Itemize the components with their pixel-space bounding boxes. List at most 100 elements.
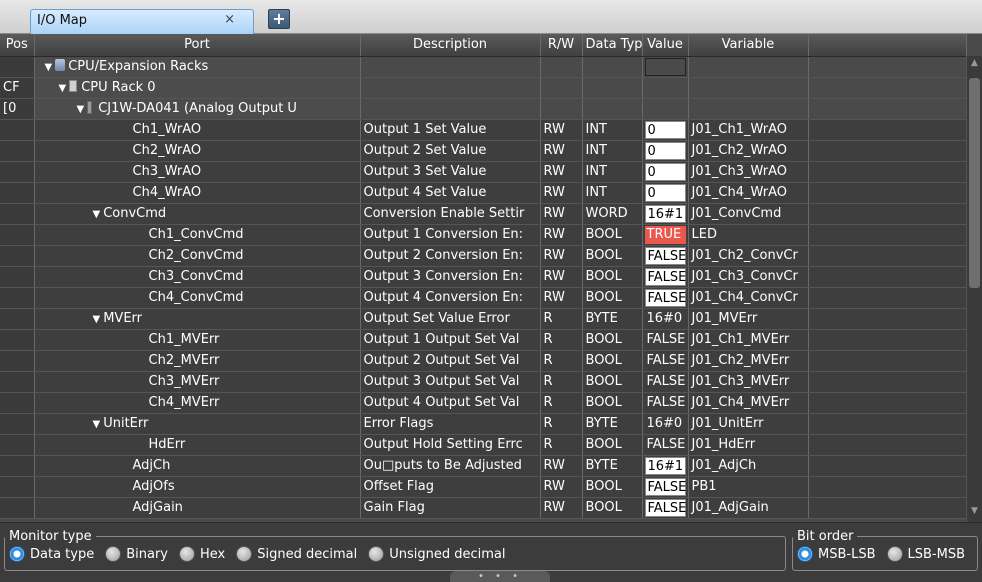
variable-cell[interactable]: J01_Ch2_ConvCr [688, 245, 809, 267]
port-cell[interactable]: Ch3_WrAO [34, 161, 361, 183]
port-cell[interactable]: Ch2_MVErr [34, 350, 361, 372]
value-cell[interactable]: FALSE [642, 287, 689, 309]
value-field[interactable]: 0 [644, 183, 686, 202]
monitor-radio-label[interactable]: Unsigned decimal [389, 547, 505, 562]
variable-cell[interactable]: J01_Ch4_MVErr [688, 392, 809, 414]
value-cell[interactable]: FALSE [642, 266, 689, 288]
column-header-variable[interactable]: Variable [688, 34, 809, 57]
column-header-port[interactable]: Port [34, 34, 361, 57]
variable-cell[interactable]: J01_Ch1_WrAO [688, 119, 809, 141]
monitor-radio-label[interactable]: Data type [30, 547, 94, 562]
monitor-radio-label[interactable]: Binary [126, 547, 168, 562]
value-field[interactable]: 0 [644, 120, 686, 139]
table-row[interactable]: ▼ UnitErr Error Flags R BYTE 16#0 J01_UnitErr [0, 413, 967, 435]
table-row[interactable]: Ch3_WrAO Output 3 Set Value RW INT 0 J01_Ch3_… [0, 161, 967, 183]
table-row[interactable]: ▼ ConvCmd Conversion Enable Settir RW WORD 16… [0, 203, 967, 225]
port-cell[interactable]: ▼ CJ1W-DA041 (Analog Output U [34, 98, 361, 120]
close-icon[interactable]: × [224, 12, 235, 27]
monitor-radio-3[interactable] [236, 546, 253, 562]
table-row[interactable]: Ch4_WrAO Output 4 Set Value RW INT 0 J01_Ch4_… [0, 182, 967, 204]
variable-cell[interactable]: J01_ConvCmd [688, 203, 809, 225]
table-row[interactable]: Ch4_MVErr Output 4 Output Set Val R BOOL FAL… [0, 392, 967, 414]
value-cell[interactable]: TRUE [642, 224, 689, 246]
variable-cell[interactable]: J01_HdErr [688, 434, 809, 456]
value-field[interactable]: FALSE [644, 477, 686, 496]
table-row[interactable]: Ch1_MVErr Output 1 Output Set Val R BOOL FAL… [0, 329, 967, 351]
table-row[interactable]: Ch3_ConvCmd Output 3 Conversion En: RW BOOL… [0, 266, 967, 288]
port-cell[interactable]: Ch4_ConvCmd [34, 287, 361, 309]
tree-row-unit[interactable]: [0 ▼ CJ1W-DA041 (Analog Output U [0, 98, 967, 120]
port-cell[interactable]: AdjGain [34, 497, 361, 519]
scrollbar-thumb[interactable] [969, 78, 980, 288]
port-cell[interactable]: ▼ ConvCmd [34, 203, 361, 225]
expand-caret-icon[interactable]: ▼ [45, 62, 53, 73]
port-cell[interactable]: AdjOfs [34, 476, 361, 498]
variable-cell[interactable]: J01_Ch4_WrAO [688, 182, 809, 204]
variable-cell[interactable]: J01_UnitErr [688, 413, 809, 435]
variable-cell[interactable]: J01_Ch3_WrAO [688, 161, 809, 183]
value-cell[interactable]: 0 [642, 182, 689, 204]
monitor-radio-label[interactable]: Hex [200, 547, 225, 562]
variable-cell[interactable]: J01_AdjGain [688, 497, 809, 519]
value-cell[interactable]: 0 [642, 161, 689, 183]
port-cell[interactable]: ▼ UnitErr [34, 413, 361, 435]
expand-caret-icon[interactable]: ▼ [93, 419, 101, 430]
port-cell[interactable]: Ch3_MVErr [34, 371, 361, 393]
table-row[interactable]: Ch1_WrAO Output 1 Set Value RW INT 0 J01_Ch1_… [0, 119, 967, 141]
port-cell[interactable]: AdjCh [34, 455, 361, 477]
variable-cell[interactable]: J01_Ch2_WrAO [688, 140, 809, 162]
value-cell[interactable]: 16#1 [642, 455, 689, 477]
expand-caret-icon[interactable]: ▼ [93, 314, 101, 325]
table-row[interactable]: Ch2_ConvCmd Output 2 Conversion En: RW BOOL… [0, 245, 967, 267]
table-row[interactable]: Ch4_ConvCmd Output 4 Conversion En: RW BOOL… [0, 287, 967, 309]
table-row[interactable]: AdjGain Gain Flag RW BOOL FALSE J01_AdjGain [0, 497, 967, 519]
port-cell[interactable]: Ch1_WrAO [34, 119, 361, 141]
bitorder-radio-label[interactable]: MSB-LSB [818, 547, 876, 562]
value-cell[interactable]: FALSE [642, 497, 689, 519]
value-field[interactable]: FALSE [644, 498, 686, 517]
monitor-radio-4[interactable] [368, 546, 385, 562]
table-row[interactable]: Ch1_ConvCmd Output 1 Conversion En: RW BOOL… [0, 224, 967, 246]
variable-cell[interactable]: J01_Ch3_MVErr [688, 371, 809, 393]
value-cell[interactable]: FALSE [642, 476, 689, 498]
port-cell[interactable]: Ch4_MVErr [34, 392, 361, 414]
table-row[interactable]: Ch3_MVErr Output 3 Output Set Val R BOOL FAL… [0, 371, 967, 393]
table-row[interactable]: HdErr Output Hold Setting Errc R BOOL FALSE J… [0, 434, 967, 456]
bitorder-radio-1[interactable] [886, 546, 903, 562]
tab-io-map[interactable]: I/O Map × [30, 9, 254, 34]
port-cell[interactable]: Ch3_ConvCmd [34, 266, 361, 288]
value-field[interactable]: FALSE [644, 246, 686, 265]
table-row[interactable]: ▼ MVErr Output Set Value Error R BYTE 16#0 J01… [0, 308, 967, 330]
vertical-scrollbar[interactable]: ▲ ▼ [966, 56, 982, 522]
column-header-description[interactable]: Description [360, 34, 541, 57]
add-tab-button[interactable]: + [268, 9, 290, 29]
port-cell[interactable]: HdErr [34, 434, 361, 456]
scroll-down-icon[interactable]: ▼ [967, 506, 982, 520]
column-header-data-type[interactable]: Data Typ [582, 34, 643, 57]
value-field[interactable]: 0 [644, 141, 686, 160]
bitorder-radio-label[interactable]: LSB-MSB [908, 547, 966, 562]
variable-cell[interactable]: J01_Ch1_MVErr [688, 329, 809, 351]
column-header-value[interactable]: Value [642, 34, 689, 57]
splitter-grip[interactable]: • • • [450, 571, 550, 582]
value-field[interactable]: 16#1 [644, 456, 686, 475]
value-cell[interactable]: 0 [642, 140, 689, 162]
tree-row-cpu-racks[interactable]: ▼ CPU/Expansion Racks [0, 56, 967, 78]
variable-cell[interactable]: LED [688, 224, 809, 246]
variable-cell[interactable]: J01_MVErr [688, 308, 809, 330]
variable-cell[interactable]: J01_Ch3_ConvCr [688, 266, 809, 288]
table-row[interactable]: Ch2_MVErr Output 2 Output Set Val R BOOL FAL… [0, 350, 967, 372]
bitorder-radio-0[interactable] [797, 546, 813, 562]
expand-caret-icon[interactable]: ▼ [93, 209, 101, 220]
variable-cell[interactable]: PB1 [688, 476, 809, 498]
value-cell[interactable]: FALSE [642, 245, 689, 267]
table-row[interactable]: AdjOfs Offset Flag RW BOOL FALSE PB1 [0, 476, 967, 498]
port-cell[interactable]: Ch1_MVErr [34, 329, 361, 351]
value-cell[interactable]: 0 [642, 119, 689, 141]
value-field[interactable]: FALSE [644, 267, 686, 286]
variable-cell[interactable]: J01_Ch2_MVErr [688, 350, 809, 372]
table-row[interactable]: AdjCh Ou□puts to Be Adjusted RW BYTE 16#1 J01… [0, 455, 967, 477]
port-cell[interactable]: ▼ CPU Rack 0 [34, 77, 361, 99]
value-field[interactable]: 0 [644, 162, 686, 181]
column-header-rw[interactable]: R/W [540, 34, 583, 57]
